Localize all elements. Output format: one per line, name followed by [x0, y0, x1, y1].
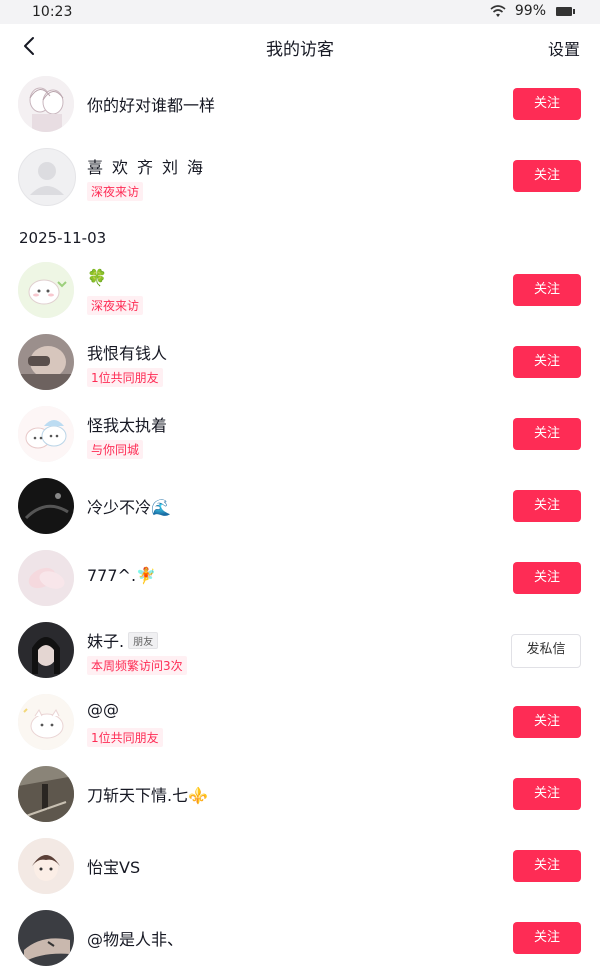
visitor-row[interactable]: 你的好对谁都一样 关注 [0, 68, 600, 140]
avatar[interactable] [18, 406, 74, 462]
visitor-name: 我恨有钱人 [87, 344, 168, 363]
visitor-row[interactable]: 刀斩天下情.七⚜️ 关注 [0, 758, 600, 830]
status-right: 99% [489, 3, 575, 19]
avatar[interactable] [18, 838, 74, 894]
visitor-row[interactable]: @物是人非、 关注 [0, 902, 600, 974]
follow-button[interactable]: 关注 [513, 850, 581, 882]
visitor-tag: 与你同城 [87, 440, 144, 459]
default-avatar-icon [30, 162, 64, 195]
avatar[interactable] [18, 766, 74, 822]
visitor-name: 刀斩天下情.七⚜️ [87, 786, 209, 805]
visitor-tag: 1位共同朋友 [87, 728, 163, 747]
avatar[interactable] [18, 622, 74, 678]
follow-button[interactable]: 关注 [513, 922, 581, 954]
visitor-name: 怪我太执着 [87, 416, 168, 435]
visitor-name: 冷少不冷🌊 [87, 498, 171, 517]
visitor-row[interactable]: 我恨有钱人 1位共同朋友 关注 [0, 326, 600, 398]
visitor-name: 🍀 [87, 268, 107, 287]
visitor-row[interactable]: 喜欢齐刘海 深夜来访 关注 [0, 140, 600, 212]
follow-button[interactable]: 关注 [513, 88, 581, 120]
visitor-name-wrapper: 妹子. 朋友 [87, 628, 159, 652]
avatar[interactable] [18, 550, 74, 606]
visitor-row[interactable]: @@ 1位共同朋友 关注 [0, 686, 600, 758]
visitor-row[interactable]: 妹子. 朋友 本周频繁访问3次 发私信 [0, 614, 600, 686]
status-bar: 10:23 99% [0, 0, 600, 24]
follow-button[interactable]: 关注 [513, 706, 581, 738]
battery-icon [556, 6, 575, 16]
visitor-name: 妹子. [87, 632, 125, 651]
settings-button[interactable]: 设置 [548, 36, 580, 60]
friend-badge: 朋友 [128, 632, 159, 649]
visitor-name: 你的好对谁都一样 [87, 96, 216, 115]
follow-button[interactable]: 关注 [513, 778, 581, 810]
wifi-icon [490, 5, 506, 17]
avatar[interactable] [18, 334, 74, 390]
page-title: 我的访客 [266, 40, 334, 60]
avatar[interactable] [18, 694, 74, 750]
visitor-tag: 1位共同朋友 [87, 368, 163, 387]
visitor-row[interactable]: 777^.🧚 关注 [0, 542, 600, 614]
follow-button[interactable]: 关注 [513, 346, 581, 378]
avatar[interactable] [18, 910, 74, 966]
avatar[interactable] [18, 262, 74, 318]
avatar[interactable] [18, 148, 76, 206]
visitor-row[interactable]: 冷少不冷🌊 关注 [0, 470, 600, 542]
status-time: 10:23 [32, 4, 73, 20]
visitor-row[interactable]: 怡宝VS 关注 [0, 830, 600, 902]
visitor-row[interactable]: 🍀 深夜来访 关注 [0, 254, 600, 326]
visitor-row[interactable]: 怪我太执着 与你同城 关注 [0, 398, 600, 470]
nav-bar: 我的访客 设置 [0, 24, 600, 68]
visitor-name: 喜欢齐刘海 [87, 158, 213, 177]
date-header: 2025-11-03 [19, 229, 107, 247]
visitor-tag: 深夜来访 [87, 296, 144, 315]
visitor-name: 怡宝VS [87, 858, 141, 877]
follow-button[interactable]: 关注 [513, 490, 581, 522]
follow-button[interactable]: 关注 [513, 562, 581, 594]
visitor-tag: 本周频繁访问3次 [87, 656, 187, 675]
avatar[interactable] [18, 76, 74, 132]
visitor-tag: 深夜来访 [87, 182, 144, 201]
message-button[interactable]: 发私信 [511, 634, 581, 668]
battery-text: 99% [514, 3, 546, 19]
visitor-name: 777^.🧚 [87, 566, 156, 585]
visitor-name: @@ [87, 700, 119, 719]
follow-button[interactable]: 关注 [513, 274, 581, 306]
avatar[interactable] [18, 478, 74, 534]
visitor-name: @物是人非、 [87, 930, 184, 949]
follow-button[interactable]: 关注 [513, 160, 581, 192]
follow-button[interactable]: 关注 [513, 418, 581, 450]
